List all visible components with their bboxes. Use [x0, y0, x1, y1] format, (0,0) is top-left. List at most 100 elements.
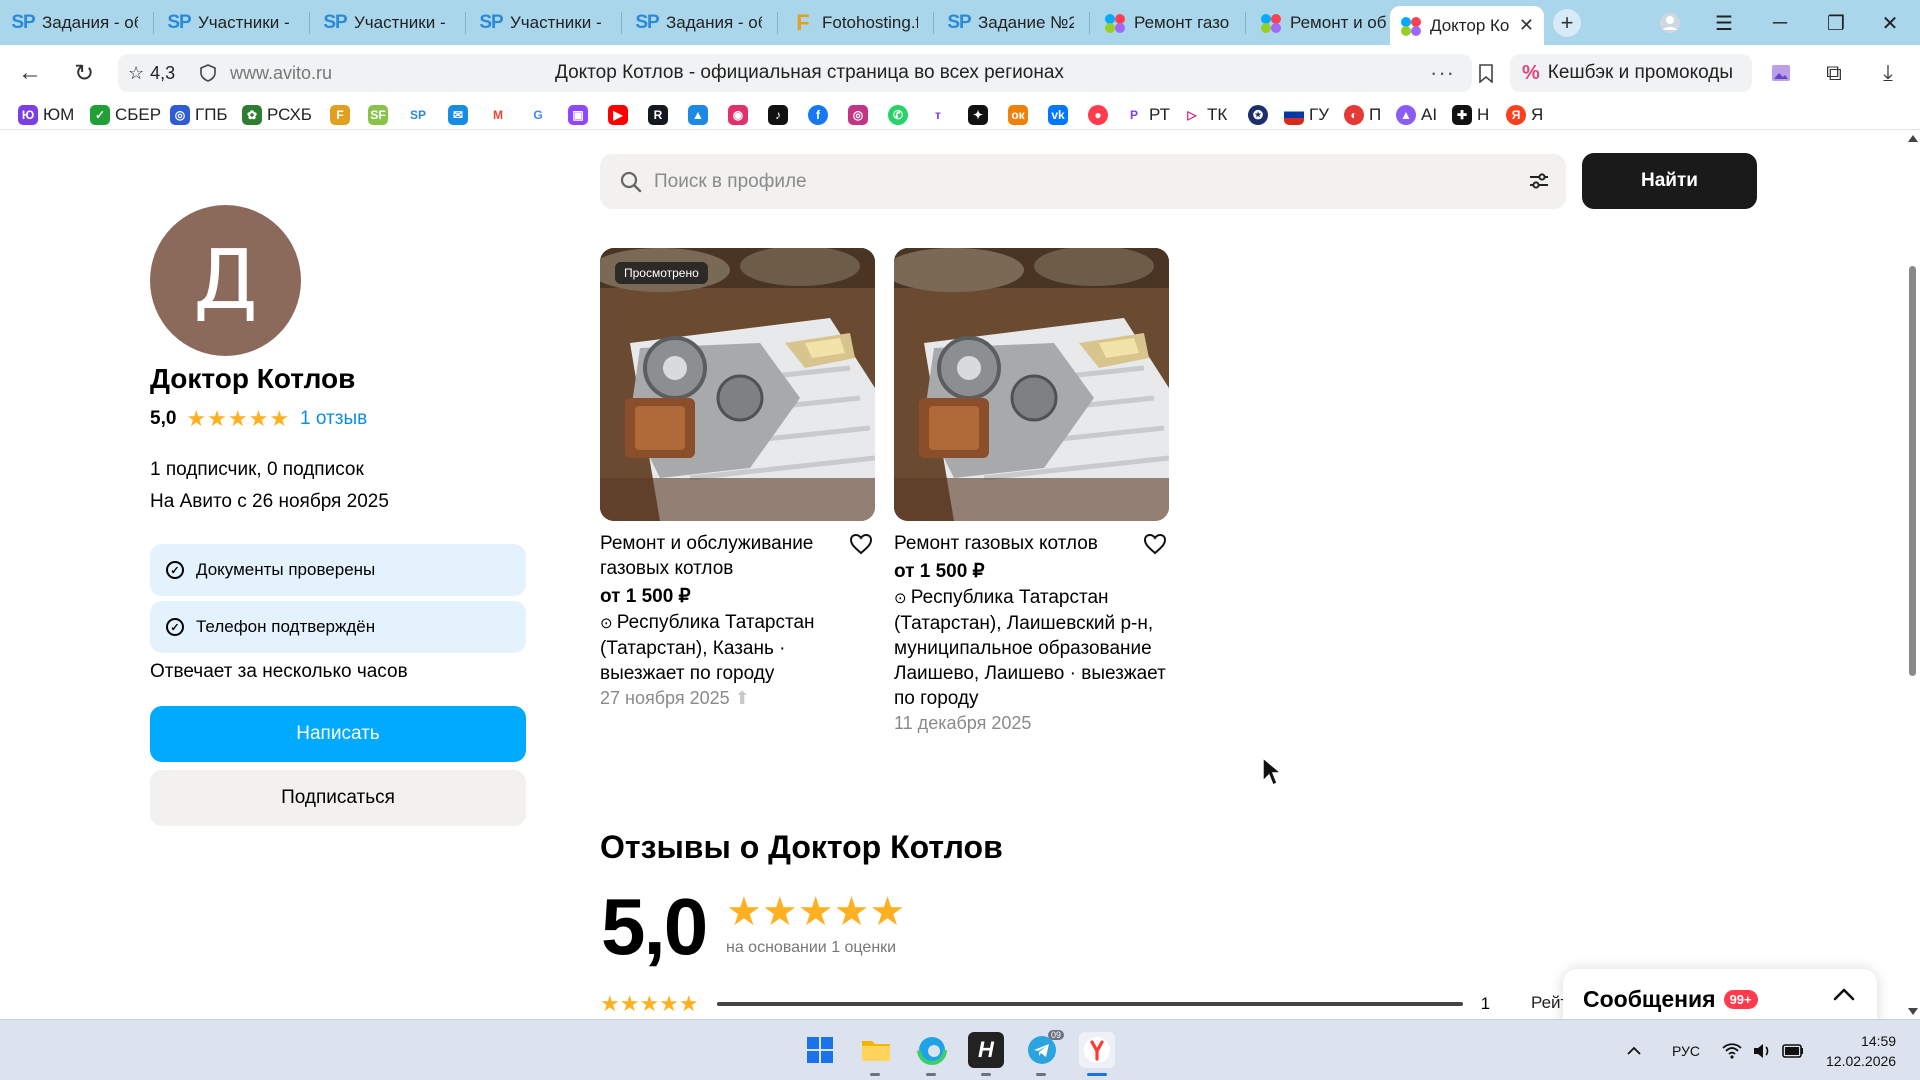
filter-icon[interactable]: [1528, 170, 1550, 192]
tab-active[interactable]: Доктор Ко ✕: [1390, 6, 1544, 45]
bookmark-rutube[interactable]: R: [648, 104, 673, 126]
bookmark-tk[interactable]: ▷ ТК: [1182, 104, 1227, 126]
bookmark-ai[interactable]: ▲ AI: [1396, 104, 1437, 126]
bookmark-instagram[interactable]: ◉: [728, 104, 753, 126]
tray-overflow-icon[interactable]: [1626, 1020, 1642, 1080]
bookmark-mail[interactable]: ✉: [448, 104, 473, 126]
reload-icon[interactable]: ↻: [68, 57, 100, 89]
restore-icon[interactable]: ❐: [1822, 9, 1850, 37]
bookmark-record[interactable]: ●: [1088, 104, 1113, 126]
bookmark-gmail[interactable]: M: [488, 104, 513, 126]
file-explorer-icon[interactable]: [858, 1032, 894, 1068]
volume-icon[interactable]: [1752, 1020, 1772, 1080]
wifi-icon[interactable]: [1722, 1020, 1742, 1080]
site-rating[interactable]: ☆ 4,3: [128, 54, 175, 92]
bookmark-icon[interactable]: [1478, 64, 1494, 83]
heart-icon[interactable]: [1143, 533, 1167, 555]
cashback-button[interactable]: % Кешбэк и промокоды: [1510, 54, 1752, 92]
bookmark-tiktok[interactable]: ♪: [768, 104, 793, 126]
find-button[interactable]: Найти: [1582, 153, 1757, 209]
bookmark-n[interactable]: ✚ Н: [1452, 104, 1489, 126]
tab[interactable]: SP Участники - г: [314, 6, 460, 39]
system-clock[interactable]: 14:59 12.02.2026: [1826, 1031, 1896, 1071]
app-h-icon[interactable]: H: [968, 1032, 1004, 1068]
new-tab-button[interactable]: +: [1553, 9, 1581, 37]
url-box[interactable]: ☆ 4,3 www.avito.ru Доктор Котлов - официа…: [118, 54, 1493, 92]
tab[interactable]: SP Задание №2(: [938, 6, 1084, 39]
profile-icon[interactable]: [1656, 9, 1684, 37]
bookmark-telegram-t[interactable]: т: [928, 104, 953, 126]
bookmark-emblem[interactable]: ✪: [1248, 104, 1273, 126]
rating-distribution-row[interactable]: ★★★★★ 1: [600, 991, 1490, 1017]
reviews-link[interactable]: 1 отзыв: [300, 408, 367, 430]
rating-bar: [716, 1002, 1463, 1006]
tab[interactable]: SP Задания - об: [626, 6, 772, 39]
download-icon[interactable]: ⤓: [1872, 57, 1904, 89]
bookmark-gpb[interactable]: ◎ ГПБ: [170, 104, 228, 126]
bookmark-ym[interactable]: Ю ЮМ: [18, 104, 74, 126]
bookmark-google[interactable]: G: [528, 104, 553, 126]
record-icon: ●: [1088, 105, 1108, 125]
menu-icon[interactable]: ☰: [1710, 9, 1738, 37]
bookmark-instagram2[interactable]: ◎: [848, 104, 873, 126]
bookmark-gu[interactable]: ГУ: [1284, 104, 1329, 126]
more-icon[interactable]: ···: [1430, 54, 1455, 92]
url-host[interactable]: www.avito.ru: [230, 54, 332, 92]
tab[interactable]: Ремонт газо: [1094, 6, 1240, 39]
yandex-icon: Я: [1506, 105, 1526, 125]
chevron-up-icon[interactable]: [1833, 987, 1855, 1001]
bookmark-ya[interactable]: ЯЯ: [1506, 104, 1543, 126]
bookmark-facebook[interactable]: f: [808, 104, 833, 126]
bookmark-ok[interactable]: ок: [1008, 104, 1033, 126]
back-icon[interactable]: ←: [14, 57, 46, 89]
listing-card[interactable]: Ремонт газовых котлов от 1 500 ₽ ⊙ Респу…: [894, 248, 1169, 734]
language-indicator[interactable]: РУС: [1672, 1020, 1700, 1080]
telegram-icon[interactable]: 09: [1024, 1030, 1064, 1068]
bookmark-sp[interactable]: SP: [408, 104, 433, 126]
bookmark-sber[interactable]: ✓ СБЕР: [90, 104, 161, 126]
badge-documents-verified[interactable]: ✓ Документы проверены: [150, 544, 526, 596]
bookmark-whatsapp[interactable]: ✆: [888, 104, 913, 126]
listing-card[interactable]: Просмотрено Ремонт и обслуживание газовы…: [600, 248, 875, 709]
windows-start-icon[interactable]: [802, 1032, 838, 1068]
close-window-icon[interactable]: ✕: [1876, 9, 1904, 37]
shield-icon[interactable]: [200, 64, 216, 82]
tab[interactable]: SP Задания - об: [2, 6, 148, 39]
bookmark-youtube[interactable]: ▶: [608, 104, 633, 126]
listing-title[interactable]: Ремонт и обслуживание газовых котлов: [600, 531, 835, 581]
image-icon[interactable]: [1765, 57, 1797, 89]
messages-panel[interactable]: Сообщения 99+: [1563, 969, 1877, 1019]
bookmark-vk[interactable]: vk: [1048, 104, 1073, 126]
tab[interactable]: F Fotohosting.f: [782, 6, 928, 39]
bookmark-fotohosting[interactable]: F: [330, 104, 355, 126]
search-input[interactable]: [654, 170, 1504, 193]
battery-icon[interactable]: [1782, 1020, 1804, 1080]
bookmark-sf[interactable]: SF: [368, 104, 393, 126]
tab[interactable]: SP Участники - г: [470, 6, 616, 39]
bookmark-dzen[interactable]: ✦: [968, 104, 993, 126]
scroll-down-icon[interactable]: [1908, 1008, 1918, 1015]
tab[interactable]: SP Участники - г: [158, 6, 304, 39]
extensions-icon[interactable]: ⧉: [1818, 57, 1850, 89]
tab[interactable]: Ремонт и обс: [1250, 6, 1396, 39]
bookmark-p[interactable]: ◐ П: [1344, 104, 1381, 126]
scroll-up-icon[interactable]: [1908, 135, 1918, 142]
bookmark-rshb[interactable]: ✿ РСХБ: [242, 104, 312, 126]
page-scrollbar[interactable]: [1905, 131, 1920, 1019]
bookmark-rt[interactable]: P РТ: [1124, 104, 1170, 126]
listing-photo[interactable]: Просмотрено: [600, 248, 875, 521]
write-button[interactable]: Написать: [150, 706, 526, 762]
edge-icon[interactable]: [914, 1032, 950, 1068]
scrollbar-thumb[interactable]: [1909, 266, 1916, 676]
listing-photo[interactable]: [894, 248, 1169, 521]
minimize-icon[interactable]: ─: [1766, 9, 1794, 37]
subscribers-count[interactable]: 1 подписчик, 0 подписок: [150, 459, 364, 481]
subscribe-button[interactable]: Подписаться: [150, 770, 526, 826]
bookmark-twitch[interactable]: ▣: [568, 104, 593, 126]
heart-icon[interactable]: [849, 533, 873, 555]
badge-phone-verified[interactable]: ✓ Телефон подтверждён: [150, 601, 526, 653]
yandex-browser-icon[interactable]: [1079, 1032, 1115, 1068]
close-icon[interactable]: ✕: [1519, 15, 1534, 36]
listing-title[interactable]: Ремонт газовых котлов: [894, 531, 1129, 556]
bookmark-photos[interactable]: ▲: [688, 104, 713, 126]
